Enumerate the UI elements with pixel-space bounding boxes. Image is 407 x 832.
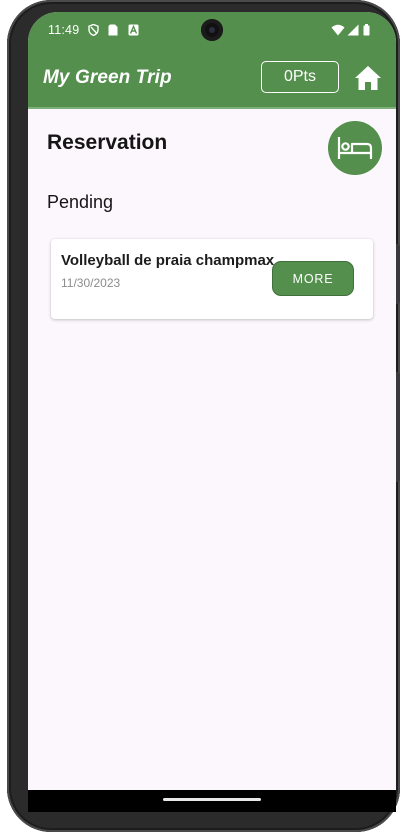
main-content: Reservation Pending Volleyball de praia …	[28, 109, 396, 791]
shield-icon	[88, 24, 99, 36]
front-camera	[201, 19, 223, 41]
sim-card-icon	[108, 24, 118, 36]
wifi-icon	[331, 24, 345, 36]
hotel-button[interactable]	[328, 121, 382, 175]
font-a-icon	[128, 24, 139, 36]
bed-icon	[337, 137, 373, 159]
screen: 11:49 My Green Trip 0Pts Reservation Pen…	[28, 12, 396, 812]
device-frame: 11:49 My Green Trip 0Pts Reservation Pen…	[7, 0, 400, 832]
reservation-card: Volleyball de praia champmax 11/30/2023 …	[51, 239, 373, 319]
reservation-title: Volleyball de praia champmax	[61, 252, 275, 269]
status-bar: 11:49	[28, 12, 396, 49]
more-button[interactable]: MORE	[272, 261, 354, 296]
page-title: Reservation	[47, 131, 168, 154]
app-title: My Green Trip	[43, 67, 172, 88]
cell-signal-icon	[347, 24, 359, 36]
gesture-handle[interactable]	[163, 798, 261, 801]
reservation-date: 11/30/2023	[61, 276, 121, 290]
system-nav-bar	[28, 790, 396, 812]
home-icon[interactable]	[354, 64, 382, 92]
section-title-pending: Pending	[47, 192, 114, 212]
points-button[interactable]: 0Pts	[261, 61, 339, 93]
battery-icon	[363, 24, 370, 36]
status-time: 11:49	[48, 23, 80, 37]
app-bar: My Green Trip 0Pts	[28, 49, 396, 109]
